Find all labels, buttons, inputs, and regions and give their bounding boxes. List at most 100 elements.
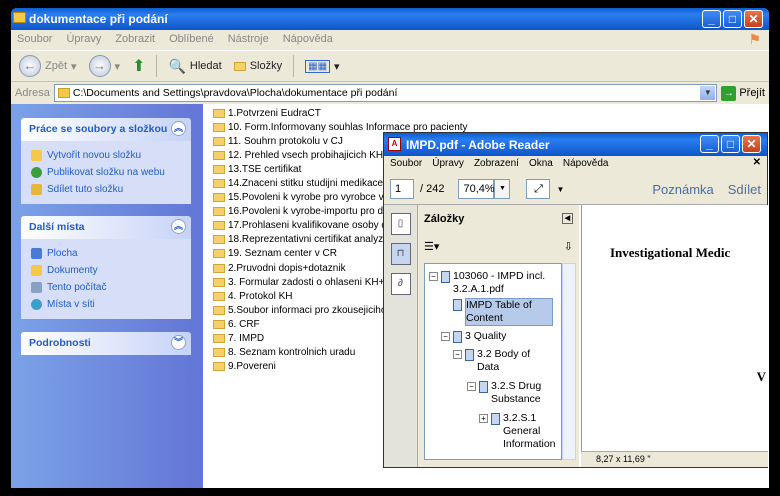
collapse-icon[interactable]: − [429,272,438,281]
expand-bookmark-icon[interactable]: ⇩ [564,240,573,253]
menu-soubor[interactable]: Soubor [390,158,422,172]
place-label: Dokumenty [47,265,98,276]
page-size: 8,27 x 11,69 " [596,454,651,464]
expand-icon[interactable]: ︾ [171,335,186,350]
options-menu-icon[interactable]: ☰▾ [424,240,439,253]
bookmark-label: 103060 - IMPD incl. 3.2.A.1.pdf [453,270,546,295]
collapse-icon[interactable]: − [453,350,462,359]
views-button[interactable]: ▦▦ ▾ [301,58,343,75]
bookmark-item[interactable]: − 3.2.S Drug Substance [467,380,557,406]
task-publish-web[interactable]: Publikovat složku na webu [31,164,181,181]
note-button[interactable]: Poznámka [652,182,713,197]
place-label: Tento počítač [47,282,107,293]
collapse-icon[interactable]: ︽ [171,219,186,234]
search-button[interactable]: 🔍 Hledat [164,56,225,77]
bookmarks-icon[interactable]: ⊓ [390,243,411,265]
collapse-icon[interactable]: ︽ [171,121,186,136]
details-panel: Podrobnosti ︾ [21,332,191,355]
back-button[interactable]: ← Zpět ▾ [15,53,81,79]
reader-window: A IMPD.pdf - Adobe Reader _ □ ✕ Soubor Ú… [383,132,768,468]
menu-zobrazeni[interactable]: Zobrazení [474,158,519,172]
place-network[interactable]: Místa v síti [31,296,181,313]
file-name: 9.Povereni [228,361,276,373]
place-my-computer[interactable]: Tento počítač [31,279,181,296]
collapse-icon[interactable]: − [441,332,450,341]
collapse-icon[interactable]: − [467,382,476,391]
zoom-dropdown-icon[interactable]: ▼ [494,179,511,199]
bookmark-icon [441,271,450,283]
file-name: 14.Znaceni stitku studijni medikace [228,178,384,190]
bookmark-item[interactable]: − 103060 - IMPD incl. 3.2.A.1.pdf [429,270,559,296]
page-count: / 242 [420,183,445,195]
navigation-strip: ▯ ⊓ ∂ [384,205,418,467]
file-name: 8. Seznam kontrolnich uradu [228,347,356,359]
menu-upravy[interactable]: Úpravy [66,33,101,47]
collapse-panel-icon[interactable]: ◀ [562,213,573,224]
folder-icon [213,221,225,231]
folder-icon [213,319,225,329]
other-places-header[interactable]: Další místa ︽ [21,216,191,239]
close-document-icon[interactable]: ✕ [753,157,761,168]
task-pane: Práce se soubory a složkou ︽ Vytvořit nov… [11,104,203,488]
bookmark-item[interactable]: +3.2.S.1 General Information [479,412,556,451]
zoom-input[interactable]: 70,4% [458,179,495,199]
chevron-down-icon[interactable]: ▼ [700,86,716,100]
minimize-button[interactable]: _ [700,135,719,153]
up-folder-button[interactable]: ⬆ [128,54,149,78]
folder-icon [213,263,225,273]
pages-icon[interactable]: ▯ [390,213,411,235]
maximize-button[interactable]: □ [721,135,740,153]
reader-titlebar[interactable]: A IMPD.pdf - Adobe Reader _ □ ✕ [384,133,767,156]
explorer-titlebar[interactable]: dokumentace při podání _ □ ✕ [11,8,769,30]
back-arrow-icon: ← [19,55,41,77]
folder-icon [213,150,225,160]
go-button[interactable]: → Přejít [721,85,765,101]
file-name: 5.Soubor informaci pro zkousejiciho [228,304,387,316]
menu-oblibene[interactable]: Oblíbené [169,33,214,47]
task-label: Publikovat složku na webu [47,167,165,178]
place-label: Místa v síti [47,299,95,310]
attachments-icon[interactable]: ∂ [390,273,411,295]
page-number-input[interactable]: 1 [390,179,414,199]
menu-napoveda[interactable]: Nápověda [283,33,333,47]
toolbar-separator [156,55,158,77]
close-button[interactable]: ✕ [744,10,763,28]
menu-napoveda[interactable]: Nápověda [563,158,609,172]
address-input[interactable]: C:\Documents and Settings\pravdova\Ploch… [53,84,718,102]
file-item[interactable]: 1.Potvrzeni EudraCT [213,106,769,120]
minimize-button[interactable]: _ [702,10,721,28]
network-icon [31,299,42,310]
bookmark-label: 3.2.S.1 General Information [503,412,556,450]
menu-upravy[interactable]: Úpravy [432,158,464,172]
bookmark-item[interactable]: − 3.2 Body of Data [453,348,553,374]
chevron-down-icon[interactable]: ▼ [556,185,564,194]
explorer-toolbar: ← Zpět ▾ → ▾ ⬆ 🔍 Hledat Složky ▦▦ ▾ [11,50,769,82]
toolbar-separator [293,55,295,77]
bookmark-scrollbar[interactable] [562,263,576,460]
fit-page-icon[interactable]: ⤢ [526,179,551,199]
file-name: 18.Reprezentativni certifikat analyzy [228,234,389,246]
menu-nastroje[interactable]: Nástroje [228,33,269,47]
up-folder-icon: ⬆ [132,58,146,75]
share-button[interactable]: Sdílet [728,182,761,197]
task-new-folder[interactable]: Vytvořit novou složku [31,147,181,164]
forward-button[interactable]: → ▾ [85,53,125,79]
place-documents[interactable]: Dokumenty [31,262,181,279]
close-button[interactable]: ✕ [742,135,761,153]
folders-button[interactable]: Složky [230,58,286,74]
menu-okna[interactable]: Okna [529,158,553,172]
bookmark-item[interactable]: IMPD Table of Content [453,298,553,326]
task-share-folder[interactable]: Sdílet tuto složku [31,181,181,198]
details-header[interactable]: Podrobnosti ︾ [21,332,191,355]
file-tasks-header[interactable]: Práce se soubory a složkou ︽ [21,118,191,141]
forward-arrow-icon: → [88,55,111,77]
expand-icon[interactable]: + [479,414,488,423]
place-desktop[interactable]: Plocha [31,245,181,262]
menu-zobrazit[interactable]: Zobrazit [115,33,155,47]
menu-soubor[interactable]: Soubor [17,33,52,47]
file-name: 1.Potvrzeni EudraCT [228,107,321,119]
bookmark-icon [491,413,500,425]
documents-icon [31,265,42,276]
maximize-button[interactable]: □ [723,10,742,28]
bookmark-item[interactable]: − 3 Quality [441,330,506,343]
